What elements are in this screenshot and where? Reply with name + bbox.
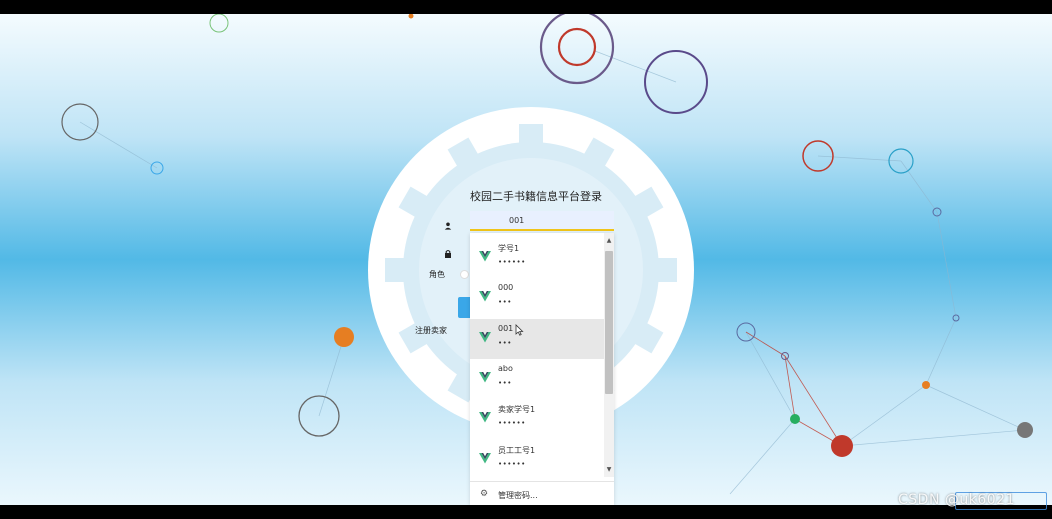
scroll-up-arrow-icon[interactable]: ▲ xyxy=(605,237,613,244)
saved-username: abo xyxy=(498,363,513,373)
saved-password-mask: ••• xyxy=(498,298,512,307)
saved-password-mask: ••• xyxy=(498,338,512,347)
saved-username: 卖家学号1 xyxy=(498,405,536,415)
saved-password-mask: •••••• xyxy=(498,459,526,468)
saved-username: 000 xyxy=(498,283,514,293)
vue-logo-icon xyxy=(479,251,491,262)
role-radio[interactable] xyxy=(460,270,469,279)
role-label: 角色 xyxy=(429,270,445,279)
manage-passwords-item[interactable]: ⚙ 管理密码... xyxy=(470,481,614,505)
autocomplete-dropdown[interactable]: 学号1 •••••• 000 ••• 001 ••• abo ••• 卖家学号1 •••••• 员工… xyxy=(470,233,614,505)
csdn-watermark: CSDN @uk6021 xyxy=(898,492,1015,508)
login-button[interactable] xyxy=(458,297,470,318)
dropdown-scrollbar-thumb[interactable] xyxy=(605,251,613,394)
page-title: 校园二手书籍信息平台登录 xyxy=(470,190,602,203)
saved-credential-item[interactable]: 001 ••• xyxy=(470,318,604,359)
vue-logo-icon xyxy=(479,452,491,463)
user-icon xyxy=(444,222,452,232)
gear-icon: ⚙ xyxy=(480,489,489,499)
saved-username: 001 xyxy=(498,323,514,333)
bottom-letterbox xyxy=(0,505,1052,519)
vue-logo-icon xyxy=(479,291,491,302)
vue-logo-icon xyxy=(479,371,491,383)
vue-logo-icon xyxy=(479,331,491,343)
saved-username: 学号1 xyxy=(498,244,520,253)
saved-credential-item[interactable]: 卖家学号1 •••••• xyxy=(470,399,604,439)
scroll-down-arrow-icon[interactable]: ▼ xyxy=(605,466,613,473)
register-seller-link[interactable]: 注册卖家 xyxy=(415,325,447,336)
mouse-cursor-icon xyxy=(515,324,524,336)
saved-username: 员工工号1 xyxy=(498,445,536,455)
top-letterbox xyxy=(0,0,1052,14)
saved-credential-item[interactable]: abo ••• xyxy=(470,359,604,399)
saved-password-mask: •••••• xyxy=(498,258,526,266)
saved-credential-item[interactable]: 000 ••• xyxy=(470,278,604,318)
saved-password-mask: •••••• xyxy=(498,419,526,428)
saved-credential-item[interactable]: 员工工号1 •••••• xyxy=(470,440,604,480)
saved-password-mask: ••• xyxy=(498,378,512,387)
manage-passwords-label: 管理密码... xyxy=(498,491,538,500)
vue-logo-icon xyxy=(479,412,491,423)
lock-icon xyxy=(444,249,452,260)
username-input[interactable]: 001 xyxy=(470,211,614,231)
saved-credential-item[interactable]: 学号1 •••••• xyxy=(470,238,604,278)
